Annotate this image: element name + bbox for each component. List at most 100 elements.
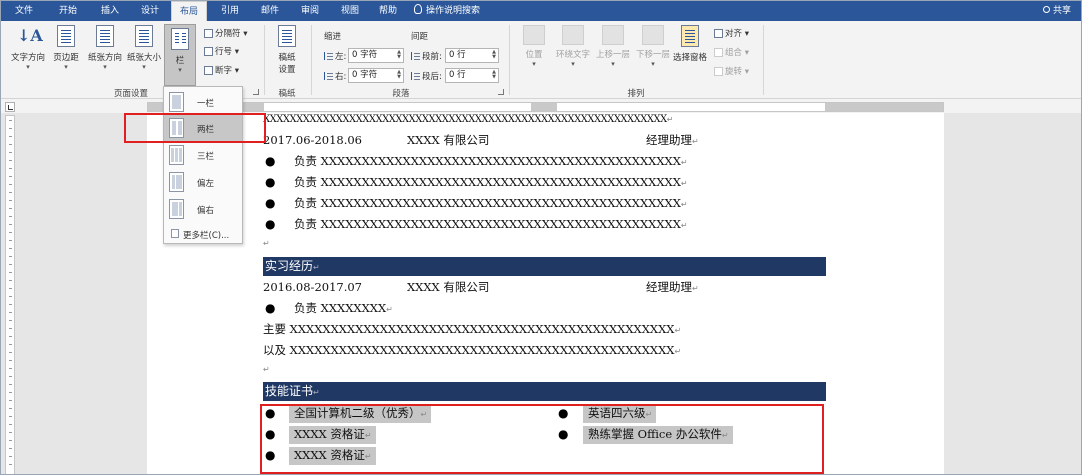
- person-icon: [1042, 6, 1050, 13]
- job2-company: XXXX 有限公司: [407, 280, 490, 294]
- indent-right-label: 右:: [324, 70, 346, 82]
- one-column-icon: [169, 92, 184, 112]
- position-button[interactable]: 位置 ▾: [516, 25, 552, 68]
- indent-left-spinner[interactable]: ▲ ▼: [396, 50, 402, 61]
- job2-line-1: 主要 XXXXXXXXXXXXXXXXXXXXXXXXXXXXXXXXXXXXX…: [263, 322, 682, 336]
- menu-item-two-columns[interactable]: 两栏: [164, 115, 242, 141]
- skill-left-1: 全国计算机二级（优秀）↵: [289, 405, 432, 423]
- orientation-icon: [96, 25, 114, 47]
- bullet-icon: ●: [558, 427, 569, 441]
- spacing-title: 间距: [411, 32, 429, 42]
- draft-paper-icon: [278, 25, 296, 47]
- job2-date: 2016.08-2017.07: [263, 280, 362, 294]
- menu-item-three-columns[interactable]: 三栏: [164, 142, 242, 168]
- spacing-after-input[interactable]: 0 行 ▲ ▼: [445, 68, 499, 83]
- bullet-icon: ●: [265, 217, 276, 231]
- spacing-after-spinner[interactable]: ▲ ▼: [491, 70, 497, 81]
- bullet-icon: ●: [558, 406, 569, 420]
- tab-selector-icon[interactable]: [5, 102, 15, 112]
- orientation-button[interactable]: 纸张方向 ▾: [85, 25, 125, 71]
- group-objects-button[interactable]: 组合 ▾: [714, 46, 749, 58]
- horizontal-ruler[interactable]: [147, 102, 944, 112]
- columns-dropdown-menu: 一栏 两栏 三栏 偏左 偏右 更多栏(C)...: [163, 86, 243, 244]
- tell-me-search[interactable]: 操作说明搜索: [414, 1, 480, 21]
- bullet-icon: ●: [265, 175, 276, 189]
- breaks-button[interactable]: 分隔符 ▾: [204, 27, 247, 39]
- tab-file[interactable]: 文件: [7, 1, 41, 21]
- job1-bullet-1: 负责 XXXXXXXXXXXXXXXXXXXXXXXXXXXXXXXXXXXXX…: [294, 154, 688, 168]
- lightbulb-icon: [414, 4, 422, 14]
- rotate-button[interactable]: 旋转 ▾: [714, 65, 749, 77]
- job2-bullet: 负责 XXXXXXXX↵: [294, 301, 393, 315]
- selection-pane-button[interactable]: 选择窗格: [671, 25, 709, 63]
- doc-line: XXXXXXXXXXXXXXXXXXXXXXXXXXXXXXXXXXXXXXXX…: [263, 114, 674, 125]
- page-setup-launcher-icon[interactable]: [253, 89, 259, 95]
- column-gap-marker[interactable]: [531, 103, 557, 111]
- send-backward-button[interactable]: 下移一层 ▾: [633, 25, 673, 68]
- tab-home[interactable]: 开始: [51, 1, 85, 21]
- bullet-icon: ●: [265, 448, 276, 462]
- spacing-before-icon: [411, 52, 420, 60]
- wrap-text-icon: [562, 25, 584, 45]
- wrap-text-button[interactable]: 环绕文字 ▾: [553, 25, 593, 68]
- send-backward-icon: [642, 25, 664, 45]
- job1-bullet-4: 负责 XXXXXXXXXXXXXXXXXXXXXXXXXXXXXXXXXXXXX…: [294, 217, 688, 231]
- margins-button[interactable]: 页边距 ▾: [49, 25, 83, 71]
- left-column-icon: [169, 172, 184, 192]
- share-button[interactable]: 共享: [1042, 1, 1071, 21]
- group-label: 组合: [725, 48, 743, 58]
- menu-item-left[interactable]: 偏左: [164, 169, 242, 195]
- indent-title: 缩进: [324, 32, 342, 42]
- paragraph-launcher-icon[interactable]: [498, 89, 504, 95]
- bullet-icon: ●: [265, 427, 276, 441]
- selection-pane-label: 选择窗格: [672, 53, 707, 63]
- spacing-before-spinner[interactable]: ▲ ▼: [491, 50, 497, 61]
- columns-button[interactable]: 栏 ▾: [164, 24, 196, 86]
- bring-forward-button[interactable]: 上移一层 ▾: [593, 25, 633, 68]
- paper-size-icon: [135, 25, 153, 47]
- indent-left-label: 左:: [324, 50, 346, 62]
- group-icon: [714, 48, 723, 57]
- columns-label: 栏: [175, 56, 185, 66]
- menu-item-more-columns[interactable]: 更多栏(C)...: [164, 225, 242, 243]
- hyphenation-icon: [204, 66, 213, 75]
- indent-left-icon: [324, 52, 333, 60]
- tab-references[interactable]: 引用: [213, 1, 247, 21]
- share-label: 共享: [1052, 6, 1071, 16]
- tab-review[interactable]: 审阅: [293, 1, 327, 21]
- menu-item-one-column[interactable]: 一栏: [164, 89, 242, 115]
- ribbon-tab-bar: 文件 开始 插入 设计 布局 引用 邮件 审阅 视图 帮助 操作说明搜索 共享: [1, 1, 1081, 21]
- indent-left-input[interactable]: 0 字符 ▲ ▼: [348, 48, 404, 63]
- draft-settings-button[interactable]: 稿纸 设置: [269, 25, 305, 75]
- page-setup-group-label: 页面设置: [113, 89, 148, 99]
- margins-icon: [57, 25, 75, 47]
- hyphenation-button[interactable]: 断字 ▾: [204, 64, 239, 76]
- more-columns-icon: [171, 229, 179, 238]
- menu-item-right[interactable]: 偏右: [164, 196, 242, 222]
- job2-line-2: 以及 XXXXXXXXXXXXXXXXXXXXXXXXXXXXXXXXXXXXX…: [263, 343, 682, 357]
- job1-bullet-3: 负责 XXXXXXXXXXXXXXXXXXXXXXXXXXXXXXXXXXXXX…: [294, 196, 688, 210]
- send-backward-label: 下移一层: [635, 50, 670, 60]
- paragraph-mark: ↵: [263, 239, 270, 248]
- spacing-before-label: 段前:: [411, 50, 442, 62]
- indent-right-input[interactable]: 0 字符 ▲ ▼: [348, 68, 404, 83]
- align-button[interactable]: 对齐 ▾: [714, 27, 749, 39]
- size-label: 纸张大小: [126, 53, 161, 63]
- draft-settings-label-1: 稿纸: [278, 53, 296, 63]
- line-numbers-button[interactable]: 行号 ▾: [204, 45, 239, 57]
- tab-design[interactable]: 设计: [133, 1, 167, 21]
- tab-mailings[interactable]: 邮件: [253, 1, 287, 21]
- tab-layout[interactable]: 布局: [171, 1, 207, 21]
- spacing-before-input[interactable]: 0 行 ▲ ▼: [445, 48, 499, 63]
- tab-view[interactable]: 视图: [333, 1, 367, 21]
- vertical-ruler[interactable]: [5, 115, 15, 474]
- tab-help[interactable]: 帮助: [371, 1, 405, 21]
- draft-group-label: 稿纸: [278, 89, 296, 99]
- text-direction-button[interactable]: ↓A 文字方向 ▾: [9, 25, 47, 71]
- hyphenation-label: 断字: [215, 66, 233, 76]
- section-heading-intern: 实习经历↵: [263, 257, 826, 276]
- size-button[interactable]: 纸张大小 ▾: [125, 25, 163, 71]
- indent-right-spinner[interactable]: ▲ ▼: [396, 70, 402, 81]
- tab-insert[interactable]: 插入: [93, 1, 127, 21]
- columns-icon: [171, 28, 189, 50]
